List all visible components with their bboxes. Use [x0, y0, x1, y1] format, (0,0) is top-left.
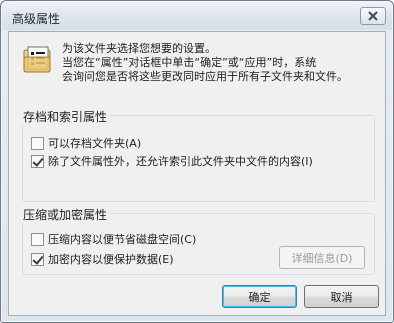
advanced-attributes-dialog: 高级属性 为该文件夹选择您想要的设置。 当您在“属性”对话框中单击“确定”或“应…: [0, 0, 394, 323]
intro-line: 为该文件夹选择您想要的设置。: [62, 42, 216, 55]
index-checkbox-label[interactable]: 除了文件属性外，还允许索引此文件夹中文件的内容(I): [48, 153, 313, 169]
window-title: 高级属性: [12, 12, 61, 26]
encrypt-checkbox-label[interactable]: 加密内容以便保护数据(E): [48, 251, 174, 267]
compress-group-legend: 压缩或加密属性: [21, 206, 110, 223]
close-icon: [368, 11, 378, 21]
archive-checkbox-row[interactable]: 可以存档文件夹(A): [31, 135, 141, 151]
title-bar[interactable]: 高级属性: [2, 2, 392, 30]
compress-checkbox-row[interactable]: 压缩内容以便节省磁盘空间(C): [31, 231, 196, 247]
dialog-content: 为该文件夹选择您想要的设置。 当您在“属性”对话框中单击“确定”或“应用”时，系…: [8, 31, 386, 316]
intro-text: 为该文件夹选择您想要的设置。 当您在“属性”对话框中单击“确定”或“应用”时，系…: [62, 42, 380, 84]
index-checkbox-row[interactable]: 除了文件属性外，还允许索引此文件夹中文件的内容(I): [31, 153, 313, 169]
encrypt-checkbox[interactable]: [31, 252, 44, 266]
close-button[interactable]: [360, 7, 386, 25]
cancel-button[interactable]: 取消: [304, 285, 379, 308]
ok-button[interactable]: 确定: [222, 285, 297, 308]
archive-checkbox-label[interactable]: 可以存档文件夹(A): [48, 135, 141, 151]
folder-properties-icon: [23, 46, 51, 73]
details-button[interactable]: 详细信息(D): [279, 246, 365, 269]
index-checkbox[interactable]: [31, 154, 44, 168]
encrypt-checkbox-row[interactable]: 加密内容以便保护数据(E): [31, 251, 174, 267]
intro-line: 当您在“属性”对话框中单击“确定”或“应用”时，系统: [62, 56, 317, 69]
compress-checkbox-label[interactable]: 压缩内容以便节省磁盘空间(C): [48, 231, 196, 247]
compress-checkbox[interactable]: [31, 232, 44, 246]
archive-checkbox[interactable]: [31, 136, 44, 150]
intro-line: 会询问您是否将这些更改同时应用于所有子文件夹和文件。: [62, 70, 348, 83]
archive-group-legend: 存档和索引属性: [21, 108, 110, 125]
